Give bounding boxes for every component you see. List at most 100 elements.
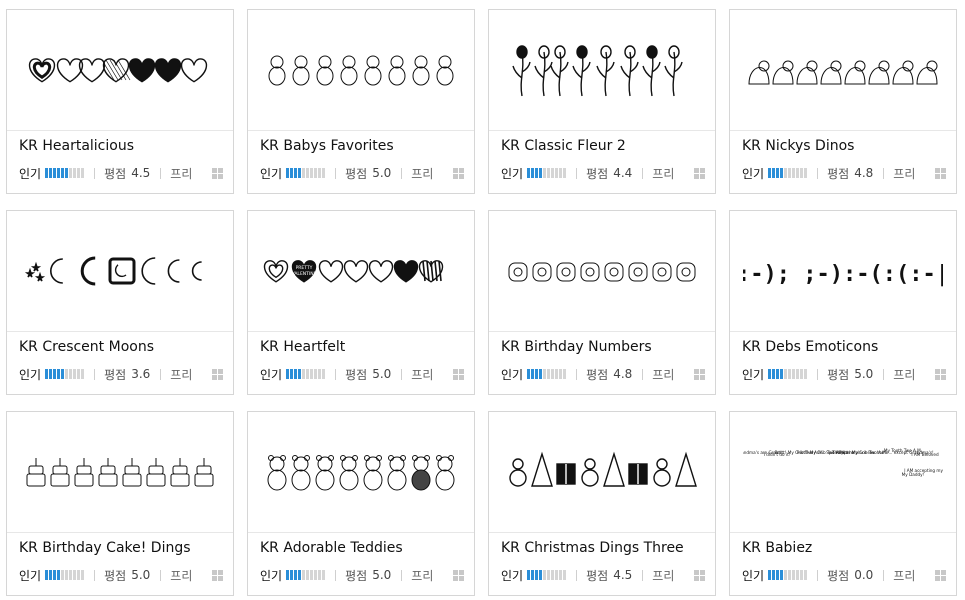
popularity-segment	[547, 570, 551, 580]
license-label: 프리	[893, 367, 916, 382]
font-card[interactable]: KR Heartalicious 인기 평점 4.5 프리	[6, 9, 234, 194]
font-name-link[interactable]: KR Crescent Moons	[19, 339, 154, 355]
divider	[160, 368, 162, 380]
rating-label: 평점	[345, 367, 368, 382]
font-preview[interactable]	[489, 412, 715, 533]
font-name-link[interactable]: KR Nickys Dinos	[742, 138, 854, 154]
popularity-meter	[527, 369, 567, 379]
popularity-segment	[784, 369, 788, 379]
popularity-segment	[73, 369, 77, 379]
popularity-segment	[310, 570, 314, 580]
preview-emoticon-text: :-); ;-):-(:(:-|	[743, 262, 943, 287]
popularity-segment	[772, 369, 776, 379]
divider	[576, 368, 578, 380]
popularity-segment	[45, 168, 49, 178]
license-label: 프리	[893, 166, 916, 181]
font-name-link[interactable]: KR Babys Favorites	[260, 138, 394, 154]
font-preview-glyphs	[267, 455, 455, 491]
popularity-segment	[772, 570, 776, 580]
font-preview[interactable]	[248, 10, 474, 131]
font-preview-glyphs	[509, 451, 697, 487]
font-name-link[interactable]: KR Birthday Numbers	[501, 339, 652, 355]
popularity-label: 인기	[501, 367, 524, 382]
font-card[interactable]: :-); ;-):-(:(:-| KR Debs Emoticons 인기 평점 5.0…	[729, 210, 957, 395]
popularity-segment	[527, 369, 531, 379]
font-meta-row: 인기 평점 4.5 프리	[501, 567, 705, 583]
popularity-segment	[535, 369, 539, 379]
font-preview[interactable]	[489, 10, 715, 131]
popularity-segment	[69, 168, 73, 178]
font-card[interactable]: KR Classic Fleur 2 인기 평점 4.4 프리	[488, 9, 716, 194]
license-label: 프리	[893, 568, 916, 583]
popularity-segment	[294, 168, 298, 178]
font-card[interactable]: KR Nickys Dinos 인기 평점 4.8 프리	[729, 9, 957, 194]
font-preview[interactable]	[7, 10, 233, 131]
font-card[interactable]: Grandma's are Great!I didn't do it!Pertt…	[729, 411, 957, 596]
font-meta-row: 인기 평점 4.8 프리	[501, 366, 705, 382]
font-card[interactable]: PRETTY VALENTINE KR Heartfelt 인기 평점 5.0 프리	[247, 210, 475, 395]
popularity-segment	[302, 570, 306, 580]
divider	[94, 167, 96, 179]
font-preview[interactable]: :-); ;-):-(:(:-|	[730, 211, 956, 332]
font-name-link[interactable]: KR Debs Emoticons	[742, 339, 878, 355]
font-meta-row: 인기 평점 3.6 프리	[19, 366, 223, 382]
font-preview[interactable]	[248, 412, 474, 533]
popularity-segment	[81, 570, 85, 580]
popularity-label: 인기	[19, 166, 42, 181]
rating-value: 4.4	[613, 166, 633, 180]
font-name-link[interactable]: KR Heartfelt	[260, 339, 345, 355]
rating-value: 5.0	[854, 367, 874, 381]
font-card[interactable]: KR Babys Favorites 인기 평점 5.0 프리	[247, 9, 475, 194]
popularity-segment	[45, 369, 49, 379]
font-card[interactable]: KR Crescent Moons 인기 평점 3.6 프리	[6, 210, 234, 395]
font-preview[interactable]: PRETTY VALENTINE	[248, 211, 474, 332]
license-label: 프리	[652, 568, 675, 583]
popularity-segment	[61, 168, 65, 178]
font-card[interactable]: KR Adorable Teddies 인기 평점 5.0 프리	[247, 411, 475, 596]
popularity-label: 인기	[260, 166, 283, 181]
font-card[interactable]: KR Birthday Numbers 인기 평점 4.8 프리	[488, 210, 716, 395]
popularity-label: 인기	[742, 166, 765, 181]
popularity-segment	[543, 570, 547, 580]
popularity-segment	[77, 168, 81, 178]
popularity-segment	[535, 570, 539, 580]
rating-label: 평점	[104, 568, 127, 583]
popularity-segment	[788, 168, 792, 178]
popularity-segment	[559, 168, 563, 178]
font-name-link[interactable]: KR Christmas Dings Three	[501, 540, 684, 556]
font-name-link[interactable]: KR Babiez	[742, 540, 812, 556]
popularity-segment	[792, 570, 796, 580]
font-name-link[interactable]: KR Heartalicious	[19, 138, 134, 154]
popularity-segment	[294, 570, 298, 580]
font-card[interactable]: KR Christmas Dings Three 인기 평점 4.5 프리	[488, 411, 716, 596]
divider	[401, 167, 403, 179]
divider	[642, 569, 644, 581]
font-preview-glyphs: Grandma's are Great!I didn't do it!Pertt…	[743, 448, 943, 477]
font-preview[interactable]: Grandma's are Great!I didn't do it!Pertt…	[730, 412, 956, 533]
windows-icon	[212, 167, 223, 179]
popularity-meter	[768, 570, 808, 580]
popularity-segment	[49, 369, 53, 379]
popularity-label: 인기	[260, 568, 283, 583]
font-name-link[interactable]: KR Adorable Teddies	[260, 540, 403, 556]
font-preview[interactable]	[730, 10, 956, 131]
popularity-segment	[77, 570, 81, 580]
rating-value: 4.5	[613, 568, 633, 582]
popularity-label: 인기	[742, 568, 765, 583]
font-card[interactable]: KR Birthday Cake! Dings 인기 평점 5.0 프리	[6, 411, 234, 596]
font-name-link[interactable]: KR Birthday Cake! Dings	[19, 540, 191, 556]
font-name-link[interactable]: KR Classic Fleur 2	[501, 138, 626, 154]
license-label: 프리	[411, 568, 434, 583]
font-preview[interactable]	[489, 211, 715, 332]
rating-label: 평점	[586, 568, 609, 583]
popularity-segment	[286, 570, 290, 580]
popularity-segment	[294, 369, 298, 379]
font-preview[interactable]	[7, 412, 233, 533]
popularity-segment	[302, 369, 306, 379]
font-preview[interactable]	[7, 211, 233, 332]
rating-label: 평점	[345, 166, 368, 181]
popularity-meter	[527, 570, 567, 580]
popularity-segment	[53, 369, 57, 379]
font-meta-row: 인기 평점 4.5 프리	[19, 165, 223, 181]
popularity-segment	[57, 369, 61, 379]
